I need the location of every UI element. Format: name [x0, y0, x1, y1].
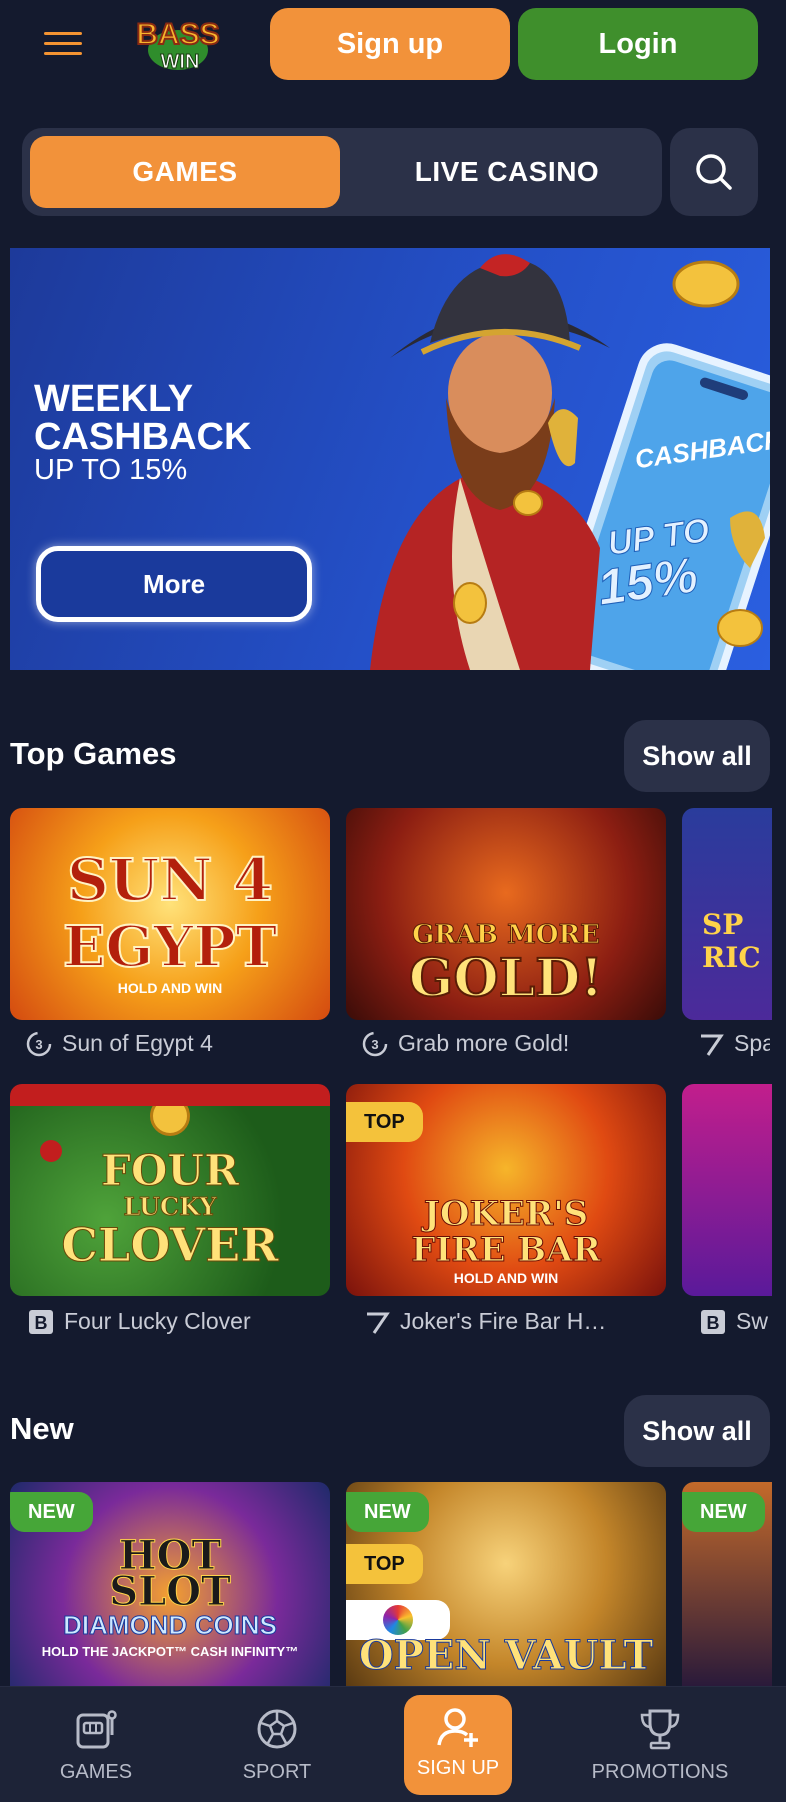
add-user-icon: [437, 1708, 478, 1747]
svg-text:B: B: [707, 1313, 720, 1333]
promo-banner[interactable]: WEEKLY CASHBACK UP TO 15% More CASHBACK …: [10, 248, 770, 670]
horseshoe-icon: [150, 1106, 190, 1136]
game-card-grab-more-gold[interactable]: GRAB MORE GOLD!: [346, 808, 666, 1020]
card-art-title: SUN 4: [66, 845, 274, 915]
card-art-subtitle: FIRE BAR: [411, 1230, 601, 1271]
new-badge: NEW: [10, 1492, 93, 1532]
nav-signup-label: SIGN UP: [416, 1757, 500, 1779]
provider-b-icon: B: [700, 1309, 726, 1335]
card-art-tagline: HOLD AND WIN: [453, 1270, 559, 1286]
provider-7-icon: [698, 1031, 724, 1057]
nav-promotions-label: PROMOTIONS: [591, 1761, 729, 1783]
top-badge: TOP: [346, 1102, 423, 1142]
game-name-text: Joker's Fire Bar H…: [400, 1308, 607, 1334]
slot-machine-icon: [76, 1710, 117, 1749]
banner-title: WEEKLY CASHBACK: [34, 380, 251, 456]
card-art-caption: HOLD THE JACKPOT™ CASH INFINITY™: [41, 1644, 299, 1659]
nav-games[interactable]: GAMES: [46, 1687, 146, 1802]
game-name-text: Sun of Egypt 4: [62, 1030, 213, 1056]
logo-graphic: BASS WIN: [135, 17, 220, 74]
game-card-open-vault[interactable]: NEW TOP OPEN VAULT: [346, 1482, 666, 1686]
svg-text:B: B: [35, 1313, 48, 1333]
provider-3-icon: 3: [26, 1031, 52, 1057]
category-tabs: GAMES LIVE CASINO: [22, 128, 662, 216]
new-badge: NEW: [682, 1492, 765, 1532]
game-card-partial[interactable]: SP RIC: [682, 808, 772, 1020]
game-card-hot-slot[interactable]: NEW HOT SLOT DIAMOND COINS HOLD THE JACK…: [10, 1482, 330, 1686]
game-name-text: Grab more Gold!: [398, 1030, 570, 1056]
game-card-four-lucky-clover[interactable]: FOUR LUCKY CLOVER: [10, 1084, 330, 1296]
banner-more-button[interactable]: More: [36, 546, 312, 622]
card-art-tagline: HOLD AND WIN: [117, 980, 223, 996]
header: BASS WIN Sign up Login: [0, 0, 786, 90]
new-games-title: New: [10, 1411, 74, 1446]
bottom-nav: GAMES SPORT SIGN UP PROMOTIONS: [0, 1686, 786, 1802]
logo[interactable]: BASS WIN: [118, 10, 238, 74]
card-art-subtitle: LUCKY: [123, 1192, 217, 1222]
svg-text:3: 3: [35, 1037, 42, 1052]
card-art-title: FOUR: [101, 1146, 240, 1196]
card-art-title: SP RIC: [702, 908, 761, 974]
banner-title-line2: CASHBACK: [34, 416, 252, 458]
nav-signup[interactable]: SIGN UP: [404, 1695, 512, 1795]
game-name-text: Sw: [736, 1308, 768, 1334]
card-art-title: GRAB MORE: [412, 920, 601, 951]
game-card-jokers-fire-bar[interactable]: TOP JOKER'S FIRE BAR HOLD AND WIN: [346, 1084, 666, 1296]
nav-promotions[interactable]: PROMOTIONS: [580, 1687, 740, 1802]
logo-text-top: BASS: [136, 18, 219, 51]
trophy-icon: [640, 1709, 680, 1750]
card-art-subtitle: GOLD!: [408, 947, 604, 1010]
game-name-text: Four Lucky Clover: [64, 1308, 251, 1334]
game-name[interactable]: 3 Grab more Gold!: [362, 1030, 662, 1057]
menu-icon[interactable]: [44, 32, 82, 58]
nav-sport[interactable]: SPORT: [227, 1687, 327, 1802]
provider-3-icon: 3: [362, 1031, 388, 1057]
pirate-illustration: CASHBACK UP TO 15%: [370, 254, 770, 670]
top-badge: TOP: [346, 1544, 423, 1584]
logo-text-bottom: WIN: [161, 51, 200, 73]
nav-games-label: GAMES: [59, 1761, 133, 1783]
game-name[interactable]: 3 Sun of Egypt 4: [26, 1030, 326, 1057]
provider-b-icon: B: [28, 1309, 54, 1335]
game-card-partial[interactable]: [682, 1084, 772, 1296]
new-games-show-all-button[interactable]: Show all: [624, 1395, 770, 1467]
login-button[interactable]: Login: [518, 8, 758, 80]
search-icon: [696, 154, 732, 190]
tab-live-casino[interactable]: LIVE CASINO: [352, 136, 662, 208]
game-card-partial[interactable]: NEW: [682, 1482, 772, 1686]
soccer-ball-icon: [257, 1709, 297, 1749]
nav-sport-label: SPORT: [242, 1761, 312, 1783]
game-name[interactable]: B Four Lucky Clover: [28, 1308, 328, 1335]
card-art-tagline: CLOVER: [61, 1218, 279, 1273]
top-games-show-all-button[interactable]: Show all: [624, 720, 770, 792]
card-art-tagline: DIAMOND COINS: [63, 1610, 278, 1641]
game-card-sun-of-egypt-4[interactable]: SUN 4 EGYPT HOLD AND WIN: [10, 808, 330, 1020]
banner-subtitle: UP TO 15%: [34, 454, 188, 486]
tab-games[interactable]: GAMES: [30, 136, 340, 208]
card-art-title: OPEN VAULT: [358, 1632, 654, 1680]
signup-button[interactable]: Sign up: [270, 8, 510, 80]
card-art-subtitle: SLOT: [109, 1568, 232, 1616]
banner-title-line1: WEEKLY: [34, 378, 194, 420]
top-games-title: Top Games: [10, 736, 177, 771]
svg-text:3: 3: [371, 1037, 378, 1052]
game-name[interactable]: Spa: [698, 1030, 770, 1057]
new-badge: NEW: [346, 1492, 429, 1532]
provider-7-icon: [364, 1309, 390, 1335]
card-art-subtitle: EGYPT: [62, 913, 278, 981]
card-art-title: JOKER'S: [423, 1194, 589, 1235]
game-name[interactable]: B Sw: [700, 1308, 770, 1335]
search-button[interactable]: [670, 128, 758, 216]
game-name-text: Spa: [734, 1030, 770, 1056]
game-name[interactable]: Joker's Fire Bar H…: [364, 1308, 664, 1335]
